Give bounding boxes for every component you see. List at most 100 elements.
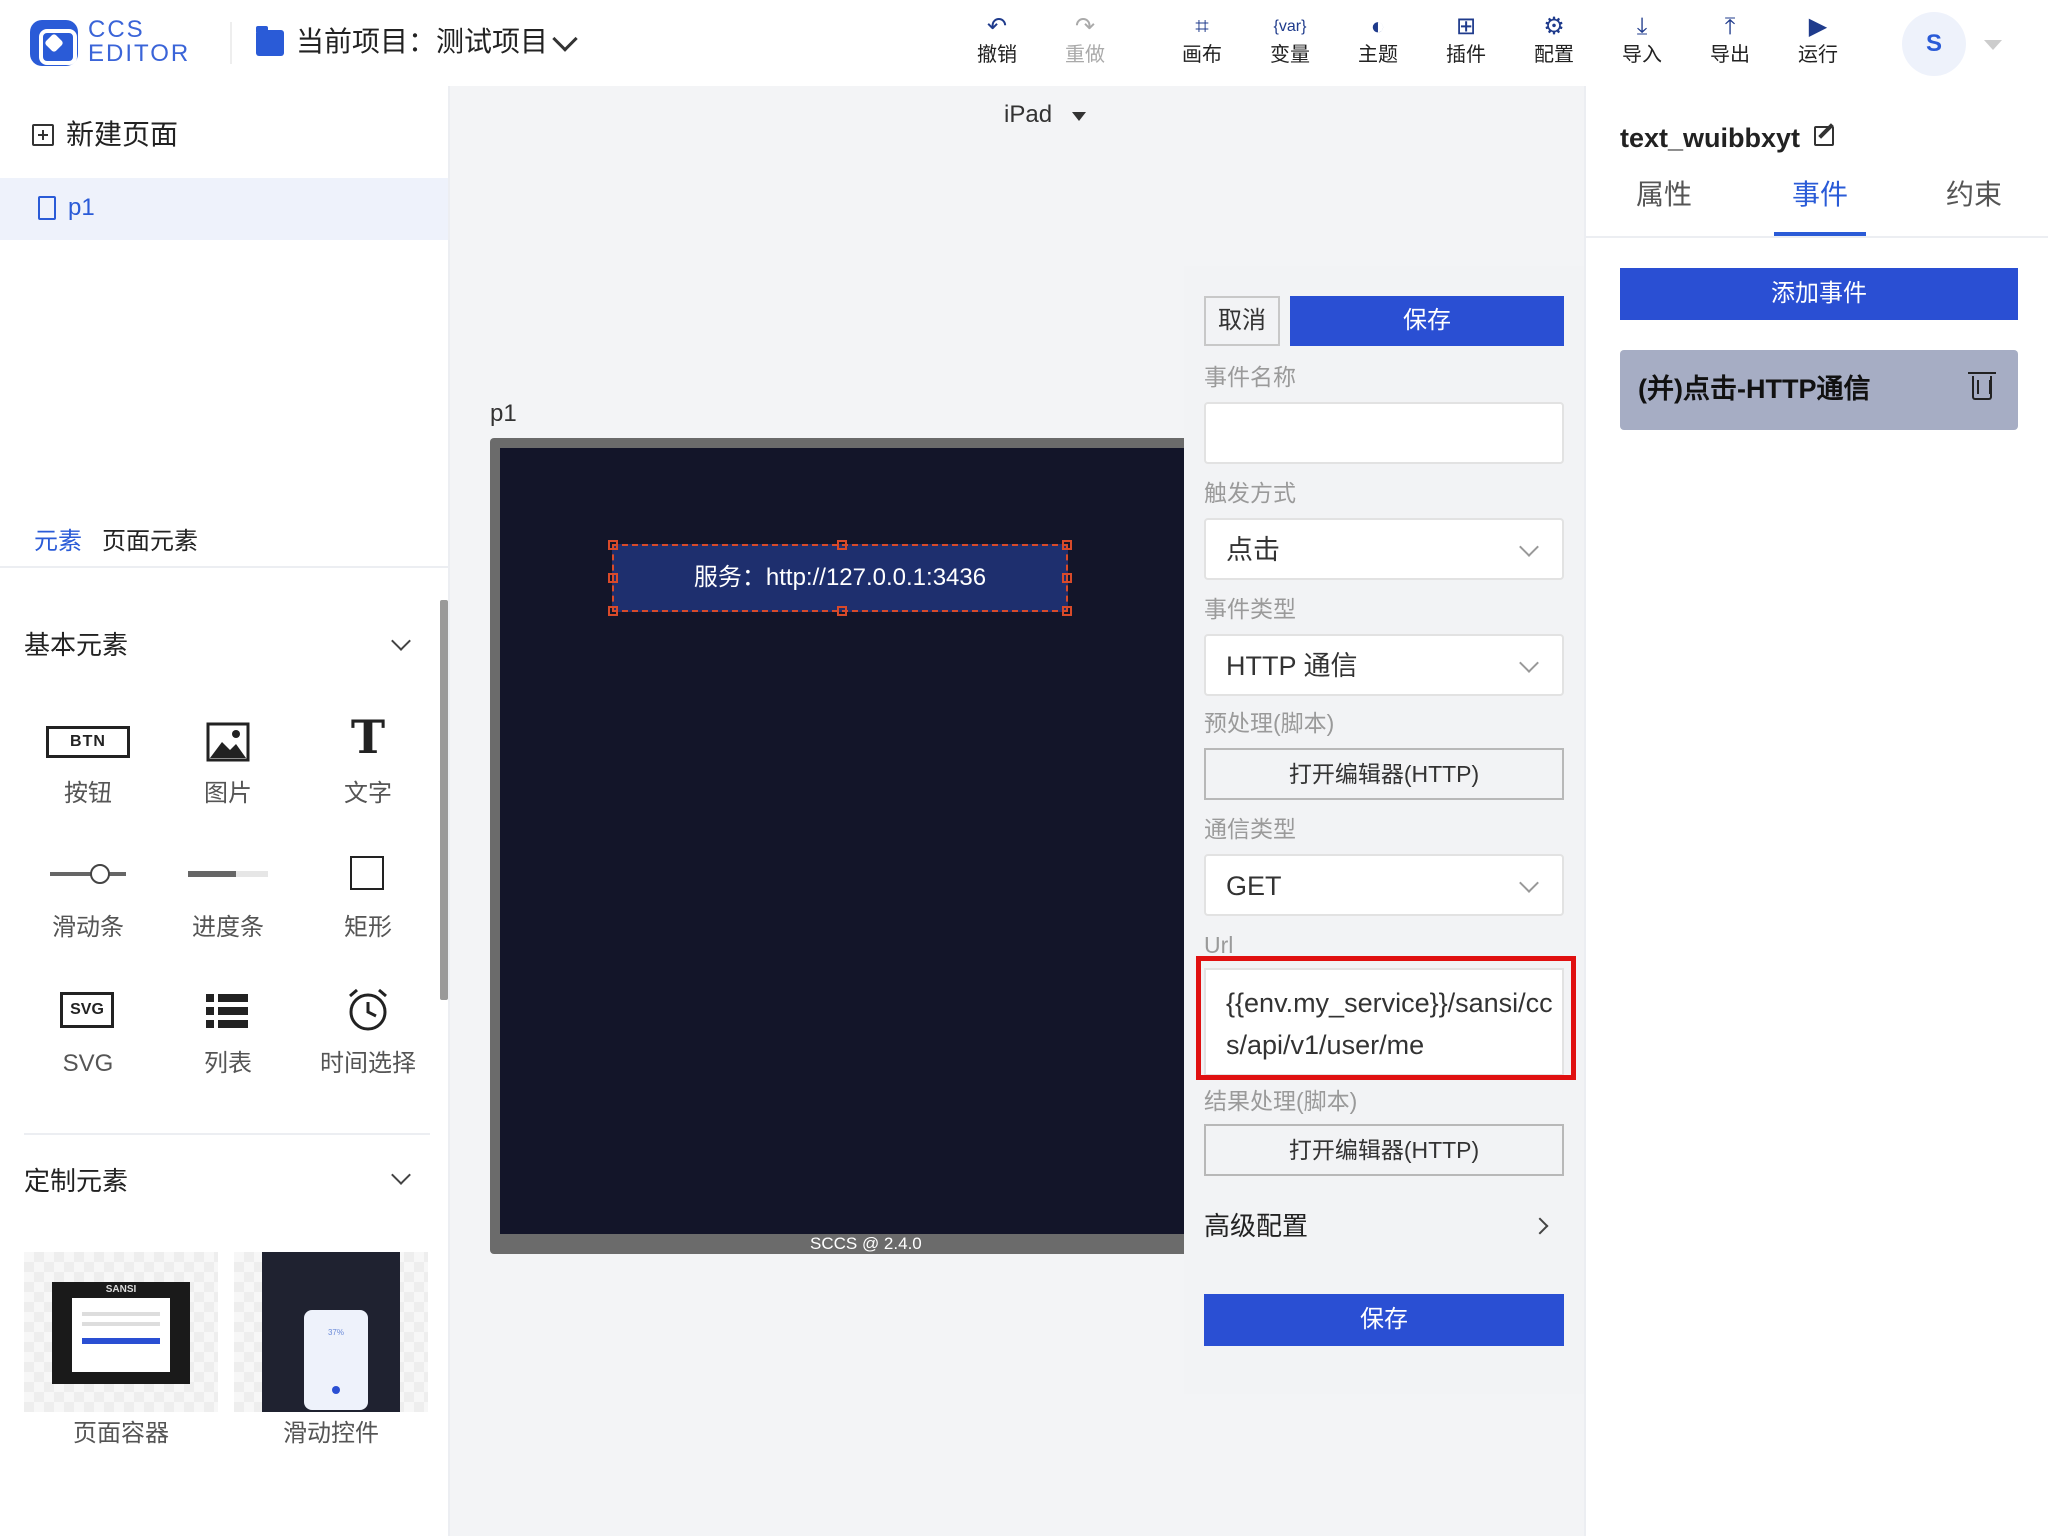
component-svg[interactable]: SVG SVG (18, 988, 158, 1088)
component-rectangle[interactable]: 矩形 (298, 852, 438, 952)
component-label: 滑动条 (52, 914, 124, 941)
caret-down-icon[interactable] (1072, 112, 1086, 121)
tab-divider (1586, 236, 2048, 238)
thumbnail-phone: 37% (304, 1310, 368, 1410)
canvas-page-name: p1 (490, 400, 517, 427)
event-list-item[interactable]: (并)点击-HTTP通信 (1620, 350, 2018, 430)
logo-line-2: EDITOR (88, 40, 191, 67)
caret-down-icon[interactable] (1984, 40, 2002, 50)
component-label: 矩形 (344, 914, 392, 941)
component-button[interactable]: BTN 按钮 (18, 718, 158, 818)
project-selector[interactable]: 当前项目：测试项目 (296, 22, 548, 62)
cancel-button[interactable]: 取消 (1204, 296, 1280, 346)
device-selector[interactable]: iPad (1004, 98, 1052, 132)
new-page-button[interactable]: 新建页面 (66, 116, 178, 154)
user-avatar[interactable]: S (1902, 12, 1966, 76)
component-time-picker[interactable]: 时间选择 (298, 988, 438, 1088)
preprocess-label: 预处理(脚本) (1204, 710, 1335, 736)
edit-icon[interactable] (1814, 126, 1834, 146)
resize-handle[interactable] (608, 540, 618, 550)
redo-label: 重做 (1065, 44, 1105, 66)
component-progress[interactable]: 进度条 (158, 852, 298, 952)
open-postprocess-editor-button[interactable]: 打开编辑器(HTTP) (1204, 1124, 1564, 1176)
redo-button[interactable]: ↷ 重做 (1050, 12, 1120, 74)
chevron-down-icon[interactable] (391, 1165, 411, 1185)
advanced-config-toggle[interactable]: 高级配置 (1204, 1208, 1308, 1244)
folder-icon (256, 26, 284, 56)
variable-label: 变量 (1270, 44, 1310, 66)
component-label: 图片 (204, 780, 252, 807)
component-image[interactable]: 图片 (158, 718, 298, 818)
chevron-down-icon[interactable] (552, 26, 578, 52)
tab-constraints[interactable]: 约束 (1946, 176, 2002, 214)
event-type-select[interactable]: HTTP 通信 (1204, 634, 1564, 696)
logo-line-1: CCS (88, 16, 145, 43)
thumbnail-percent: 37% (327, 1328, 344, 1337)
thumbnail-dot (332, 1386, 340, 1394)
theme-button[interactable]: ◐ 主题 (1343, 12, 1413, 74)
component-label: 列表 (204, 1050, 252, 1077)
variable-button[interactable]: {var} 变量 (1255, 12, 1325, 74)
text-icon: T (350, 710, 386, 764)
component-list[interactable]: 列表 (158, 988, 298, 1088)
method-select[interactable]: GET (1204, 854, 1564, 916)
resize-handle[interactable] (608, 573, 618, 583)
open-preprocess-editor-button[interactable]: 打开编辑器(HTTP) (1204, 748, 1564, 800)
page-list-item[interactable]: p1 (0, 178, 448, 240)
custom-component-page-container[interactable]: SANSI (24, 1252, 218, 1412)
component-text[interactable]: T 文字 (298, 710, 438, 818)
save-button[interactable]: 保存 (1290, 296, 1564, 346)
save-button-bottom[interactable]: 保存 (1204, 1294, 1564, 1346)
tab-events[interactable]: 事件 (1792, 176, 1848, 214)
element-tabs: 元素 页面元素 (0, 518, 448, 568)
device-screen[interactable]: 服务：http://127.0.0.1:3436 (500, 448, 1190, 1234)
run-button[interactable]: ▶ 运行 (1783, 12, 1853, 74)
chevron-down-icon (1519, 873, 1539, 893)
resize-handle[interactable] (608, 606, 618, 616)
component-label: 进度条 (192, 914, 264, 941)
event-name-label: 事件名称 (1204, 364, 1296, 390)
chevron-down-icon[interactable] (391, 631, 411, 651)
trash-icon[interactable] (1968, 372, 1996, 400)
tab-properties[interactable]: 属性 (1636, 176, 1692, 214)
chevron-right-icon[interactable] (1531, 1217, 1549, 1235)
plugin-button[interactable]: ⊞ 插件 (1431, 12, 1501, 74)
resize-handle[interactable] (837, 540, 847, 550)
tab-elements[interactable]: 元素 (34, 526, 82, 558)
event-name-input[interactable] (1204, 402, 1564, 464)
import-label: 导入 (1622, 44, 1662, 66)
redo-icon: ↷ (1074, 13, 1096, 40)
trigger-select[interactable]: 点击 (1204, 518, 1564, 580)
resize-handle[interactable] (1062, 606, 1072, 616)
active-tab-indicator (1774, 232, 1866, 236)
slider-icon (50, 864, 126, 884)
app-logo-icon (30, 20, 78, 66)
resize-handle[interactable] (1062, 540, 1072, 550)
inspector-panel: text_wuibbxyt 属性 事件 约束 添加事件 (并)点击-HTTP通信 (1584, 86, 2048, 1536)
canvas-button[interactable]: ⌗ 画布 (1167, 12, 1237, 74)
run-icon: ▶ (1808, 13, 1828, 40)
resize-handle[interactable] (1062, 573, 1072, 583)
settings-button[interactable]: ⚙ 配置 (1519, 12, 1589, 74)
import-button[interactable]: ⤓ 导入 (1607, 12, 1677, 74)
component-label: 按钮 (64, 780, 112, 807)
custom-component-label: 滑动控件 (283, 1420, 379, 1447)
resize-handle[interactable] (837, 606, 847, 616)
component-slider[interactable]: 滑动条 (18, 852, 158, 952)
add-page-icon[interactable] (32, 124, 54, 146)
custom-component-slide-control[interactable]: 37% (234, 1252, 428, 1412)
basic-elements-title[interactable]: 基本元素 (24, 628, 128, 662)
thumbnail-button (82, 1338, 160, 1344)
selected-text-component[interactable]: 服务：http://127.0.0.1:3436 (608, 540, 1072, 616)
canvas-icon: ⌗ (1195, 13, 1209, 40)
panel-scrollbar[interactable] (440, 600, 448, 1000)
settings-label: 配置 (1534, 44, 1574, 66)
tab-page-elements[interactable]: 页面元素 (102, 526, 198, 558)
undo-button[interactable]: ↶ 撤销 (962, 12, 1032, 74)
add-event-button[interactable]: 添加事件 (1620, 268, 2018, 320)
trigger-label: 触发方式 (1204, 480, 1296, 506)
export-button[interactable]: ⤒ 导出 (1695, 12, 1765, 74)
custom-component-label: 页面容器 (73, 1420, 169, 1447)
custom-elements-title[interactable]: 定制元素 (24, 1164, 128, 1198)
svg-icon: SVG (60, 992, 114, 1028)
